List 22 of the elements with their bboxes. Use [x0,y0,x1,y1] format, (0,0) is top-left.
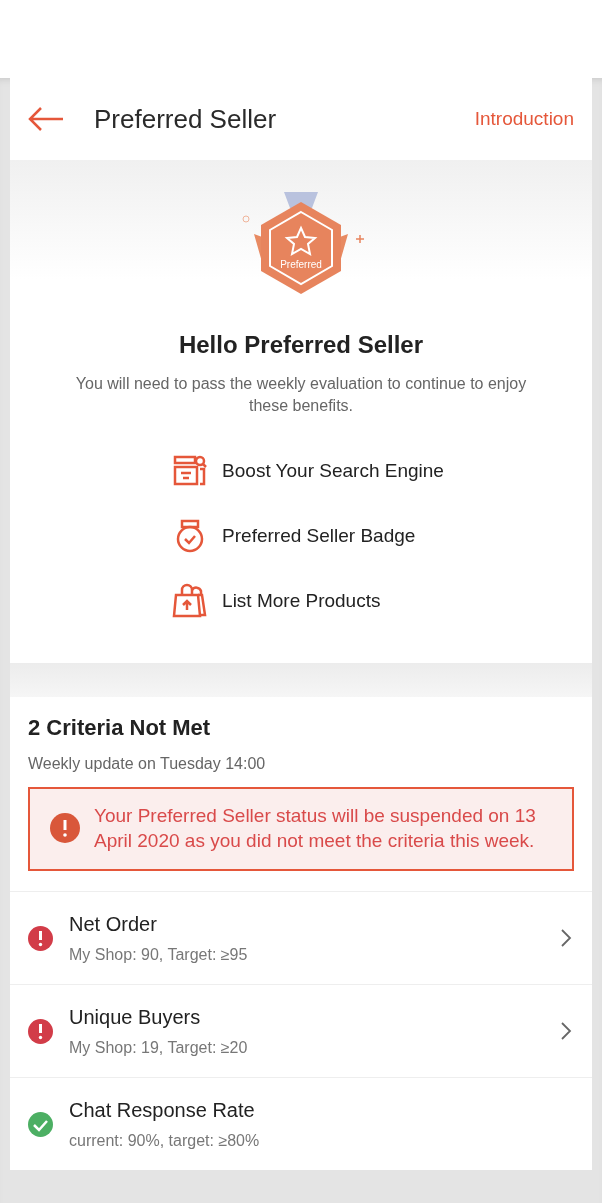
criteria-heading: 2 Criteria Not Met [28,715,212,741]
criterion-detail: My Shop: 19, Target: ≥20 [69,1038,249,1057]
criterion-detail: current: 90%, target: ≥80% [69,1131,261,1150]
exclamation-icon [50,813,80,843]
warning-text: Your Preferred Seller status will be suspended on 13 April 2020 as you did not meet the criteria this week. [94,804,537,853]
criterion-name: Unique Buyers [69,1005,202,1029]
benefit-label: Preferred Seller Badge [222,525,416,547]
shopping-bag-icon [172,583,209,619]
preferred-medal-drawing: Preferred [226,184,376,309]
update-schedule: Weekly update on Tuesday 14:00 [28,755,267,773]
chevron-right-icon[interactable] [560,928,572,948]
page-title: Preferred Seller [94,103,278,135]
criterion-name: Chat Response Rate [69,1098,256,1122]
criterion-detail: My Shop: 90, Target: ≥95 [69,945,249,964]
benefit-label: List More Products [222,590,381,612]
evaluation-note: You will need to pass the weekly evaluation to continue to enjoy these benefits. [74,374,528,416]
chevron-right-icon[interactable] [560,1021,572,1041]
back-arrow-icon[interactable] [28,107,64,131]
greeting-heading: Hello Preferred Seller [178,331,424,359]
introduction-link[interactable]: Introduction [474,108,574,130]
criterion-name: Net Order [69,912,158,936]
benefit-label: Boost Your Search Engine [222,460,444,482]
